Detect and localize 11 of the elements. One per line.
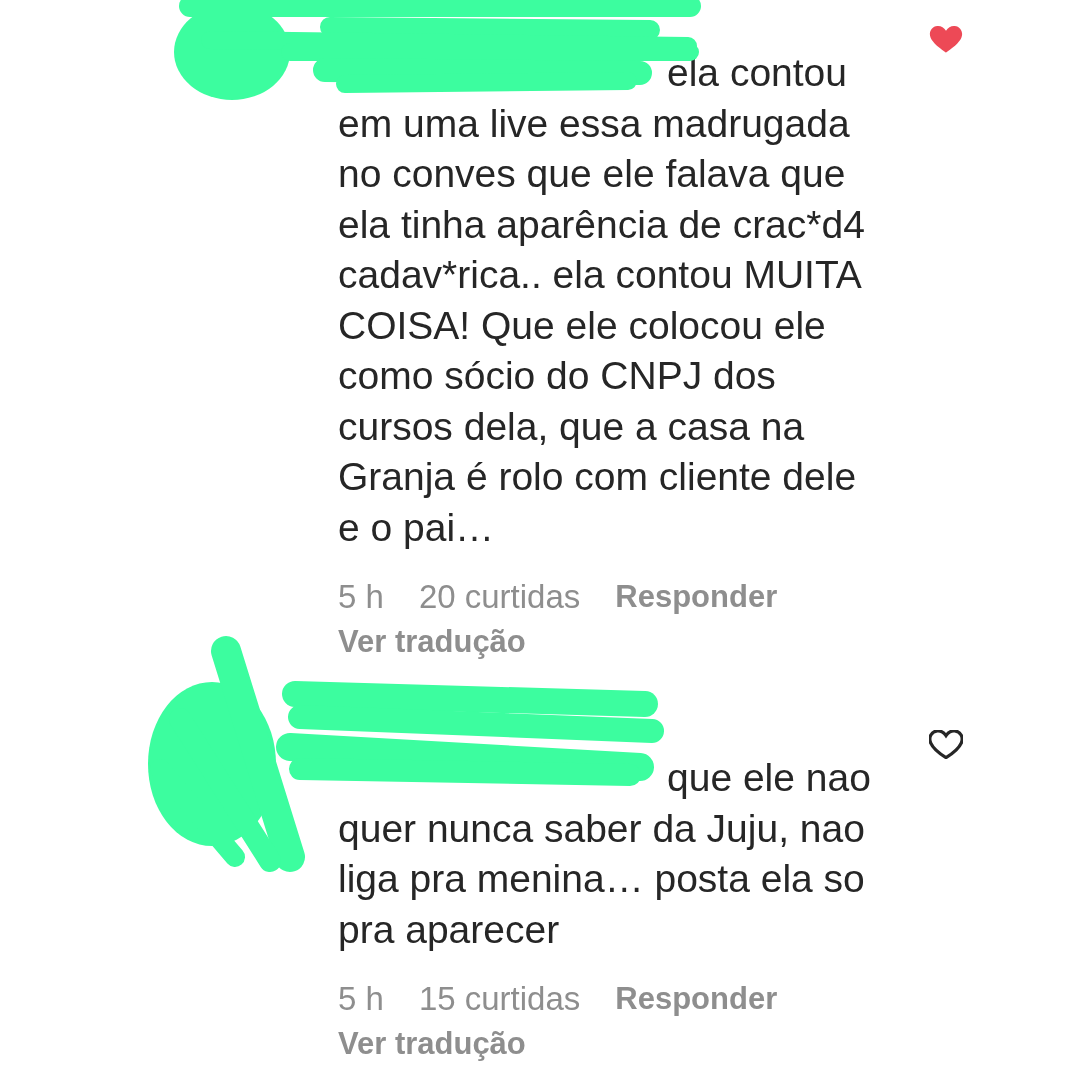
translate-link[interactable]: Ver tradução: [338, 620, 526, 664]
comment-time: 5 h: [338, 577, 384, 617]
comment-text: ela contou em uma live essa madrugada no conves que ele falava que ela tinha aparência de crac*d4 cadav*rica.. ela contou MUITA COISA! Que ele colocou ele como sócio do CNPJ dos cursos dela, que a casa na Granja é rolo com cliente dele e o pai…: [338, 50, 866, 551]
heart-icon[interactable]: [929, 730, 963, 759]
likes-count[interactable]: 20 curtidas: [418, 575, 581, 619]
reply-link[interactable]: Responder: [615, 977, 778, 1021]
comment-time: 5 h: [338, 979, 384, 1019]
reply-link[interactable]: Responder: [615, 575, 778, 619]
translate-link[interactable]: Ver tradução: [338, 1022, 526, 1066]
likes-count[interactable]: 15 curtidas: [418, 977, 581, 1021]
comment-text: que ele nao quer nunca saber da Juju, nao liga pra menina… posta ela so pra aparecer: [338, 755, 872, 953]
